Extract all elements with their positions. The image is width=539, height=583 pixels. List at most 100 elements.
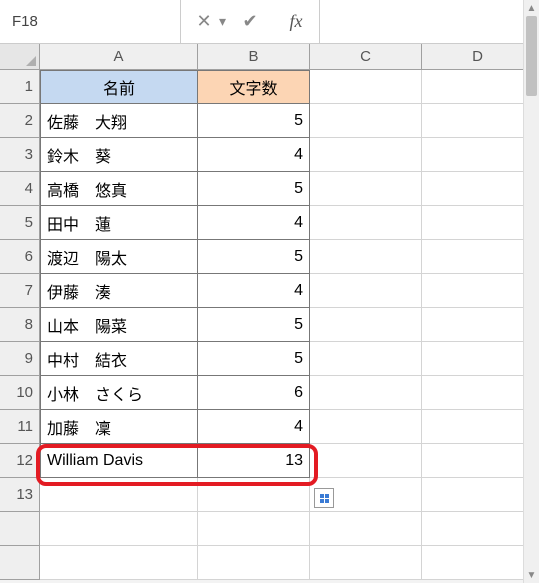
cell-empty[interactable] (310, 138, 422, 172)
cell-empty[interactable] (310, 376, 422, 410)
cell-empty[interactable] (422, 546, 534, 580)
table-row: 7 伊藤 湊 4 (0, 274, 539, 308)
insert-function-button[interactable]: fx (273, 0, 319, 43)
cell-empty[interactable] (422, 138, 534, 172)
cell-count[interactable]: 4 (198, 410, 310, 444)
cell-name[interactable]: 加藤 凜 (40, 410, 198, 444)
cell-empty[interactable] (198, 478, 310, 512)
cell-empty[interactable] (422, 444, 534, 478)
row-header[interactable]: 9 (0, 342, 40, 376)
row-header[interactable]: 12 (0, 444, 40, 478)
scroll-track[interactable] (526, 16, 537, 567)
cell-empty[interactable] (310, 172, 422, 206)
cell-empty[interactable] (40, 546, 198, 580)
cell-count[interactable]: 5 (198, 172, 310, 206)
cell-count[interactable]: 13 (198, 444, 310, 478)
column-header-c[interactable]: C (310, 44, 422, 69)
cell-empty[interactable] (310, 104, 422, 138)
cell-count[interactable]: 5 (198, 342, 310, 376)
cell-empty[interactable] (422, 512, 534, 546)
cell-empty[interactable] (310, 206, 422, 240)
cell-empty[interactable] (422, 240, 534, 274)
cell-count[interactable]: 5 (198, 104, 310, 138)
table-row: 1 名前 文字数 (0, 70, 539, 104)
cell-empty[interactable] (198, 546, 310, 580)
cell-name[interactable]: William Davis (40, 444, 198, 478)
row-header[interactable]: 4 (0, 172, 40, 206)
column-header-b[interactable]: B (198, 44, 310, 69)
scroll-down-icon[interactable]: ▼ (524, 567, 539, 583)
cell-empty[interactable] (310, 308, 422, 342)
row-header[interactable]: 8 (0, 308, 40, 342)
column-header-a[interactable]: A (40, 44, 198, 69)
cell-empty[interactable] (422, 478, 534, 512)
cell-empty[interactable] (310, 70, 422, 104)
cell-name[interactable]: 小林 さくら (40, 376, 198, 410)
cell-empty[interactable] (422, 308, 534, 342)
cell-count[interactable]: 6 (198, 376, 310, 410)
header-cell-name[interactable]: 名前 (40, 70, 198, 104)
cell-empty[interactable] (310, 274, 422, 308)
row-header[interactable]: 11 (0, 410, 40, 444)
autofill-options-button[interactable] (314, 488, 334, 508)
scroll-thumb[interactable] (526, 16, 537, 96)
cell-name[interactable]: 高橋 悠真 (40, 172, 198, 206)
vertical-scrollbar[interactable]: ▲ ▼ (523, 0, 539, 583)
row-header[interactable] (0, 546, 40, 580)
cell-empty[interactable] (198, 512, 310, 546)
cell-empty[interactable] (310, 546, 422, 580)
cell-empty[interactable] (310, 512, 422, 546)
table-row: 13 (0, 478, 539, 512)
cell-empty[interactable] (310, 444, 422, 478)
row-header[interactable]: 10 (0, 376, 40, 410)
cell-empty[interactable] (422, 376, 534, 410)
enter-formula-button[interactable]: ✔ (227, 0, 273, 43)
cell-empty[interactable] (422, 172, 534, 206)
cell-empty[interactable] (422, 70, 534, 104)
cell-name[interactable]: 田中 蓮 (40, 206, 198, 240)
cell-empty[interactable] (422, 410, 534, 444)
cell-name[interactable]: 山本 陽菜 (40, 308, 198, 342)
cell-count[interactable]: 4 (198, 138, 310, 172)
cancel-formula-button[interactable]: ✕ (181, 0, 227, 43)
cell-empty[interactable] (40, 512, 198, 546)
cell-empty[interactable] (310, 410, 422, 444)
fx-icon: fx (290, 11, 303, 32)
cell-empty[interactable] (422, 206, 534, 240)
cell-empty[interactable] (422, 104, 534, 138)
formula-bar: ▾ ✕ ✔ fx (0, 0, 539, 44)
cell-empty[interactable] (310, 342, 422, 376)
cell-count[interactable]: 4 (198, 274, 310, 308)
cell-empty[interactable] (310, 240, 422, 274)
cell-count[interactable]: 5 (198, 308, 310, 342)
cell-empty[interactable] (422, 342, 534, 376)
column-header-d[interactable]: D (422, 44, 534, 69)
cell-name[interactable]: 伊藤 湊 (40, 274, 198, 308)
header-cell-count[interactable]: 文字数 (198, 70, 310, 104)
table-row: 6 渡辺 陽太 5 (0, 240, 539, 274)
cell-name[interactable]: 渡辺 陽太 (40, 240, 198, 274)
row-header[interactable]: 3 (0, 138, 40, 172)
cell-name[interactable]: 鈴木 葵 (40, 138, 198, 172)
cell-name[interactable]: 佐藤 大翔 (40, 104, 198, 138)
cell-count[interactable]: 4 (198, 206, 310, 240)
row-header[interactable] (0, 512, 40, 546)
formula-input[interactable] (320, 0, 539, 43)
cell-empty[interactable] (40, 478, 198, 512)
table-row: 4 高橋 悠真 5 (0, 172, 539, 206)
row-header[interactable]: 7 (0, 274, 40, 308)
row-header[interactable]: 5 (0, 206, 40, 240)
cell-name[interactable]: 中村 結衣 (40, 342, 198, 376)
row-header[interactable]: 6 (0, 240, 40, 274)
cell-empty[interactable] (422, 274, 534, 308)
scroll-up-icon[interactable]: ▲ (524, 0, 539, 16)
table-row: 3 鈴木 葵 4 (0, 138, 539, 172)
table-row: 11 加藤 凜 4 (0, 410, 539, 444)
check-icon: ✔ (242, 11, 257, 32)
row-header[interactable]: 2 (0, 104, 40, 138)
cell-count[interactable]: 5 (198, 240, 310, 274)
row-header[interactable]: 1 (0, 70, 40, 104)
table-row (0, 546, 539, 580)
select-all-button[interactable] (0, 44, 40, 69)
row-header[interactable]: 13 (0, 478, 40, 512)
